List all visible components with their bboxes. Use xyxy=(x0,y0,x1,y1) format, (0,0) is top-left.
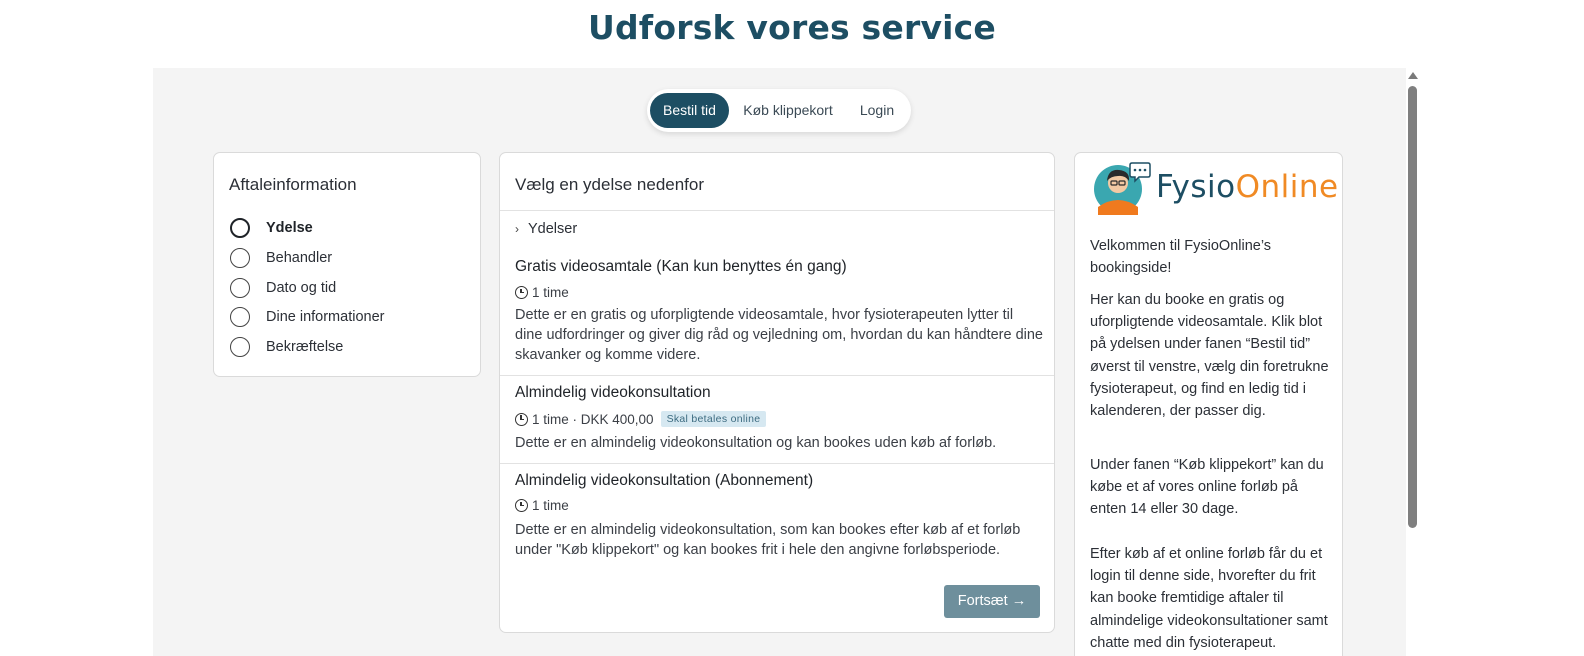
service-abonnement-title[interactable]: Almindelig videokonsultation (Abonnement… xyxy=(515,472,813,490)
logo: FysioOnline xyxy=(1092,159,1338,215)
physio-avatar-icon xyxy=(1094,162,1151,215)
service-description: Dette er en almindelig videokonsultation… xyxy=(515,522,1021,558)
service-gratis-videosamtale-title[interactable]: Gratis videosamtale (Kan kun benyttes én… xyxy=(515,258,847,276)
step-label: Dato og tid xyxy=(266,280,337,296)
clock-icon xyxy=(515,499,528,512)
service-meta-text: 1 time xyxy=(532,285,569,300)
service-description: Dette er en almindelig videokonsultation… xyxy=(515,435,997,451)
arrow-right-icon: → xyxy=(1011,593,1027,609)
service-almindelig-videokonsultation-title[interactable]: Almindelig videokonsultation xyxy=(515,384,711,402)
logo-wordmark: FysioOnline xyxy=(1156,169,1339,205)
service-list-card: Vælg en ydelse nedenfor › Ydelser Gratis … xyxy=(499,152,1055,633)
service-description: Dette er en gratis og uforpligtende vide… xyxy=(515,307,1043,363)
welcome-text: Velkommen til FysioOnline’s bookingside! xyxy=(1090,238,1272,277)
service-duration: 1 time xyxy=(515,498,569,513)
services-group-toggle[interactable]: › Ydelser xyxy=(515,221,577,237)
page-title: Udforsk vores service xyxy=(587,8,997,47)
step-label: Bekræftelse xyxy=(266,339,344,355)
clock-icon xyxy=(515,286,528,299)
step-circle-icon xyxy=(230,248,250,268)
tab-koeb-klippekort[interactable]: Køb klippekort xyxy=(733,93,843,128)
step-circle-icon xyxy=(230,218,250,238)
clock-icon xyxy=(515,412,528,426)
tab-login[interactable]: Login xyxy=(849,93,905,128)
service-duration-price: 1 time · DKK 400,00 Skal betales online xyxy=(515,411,767,427)
divider xyxy=(500,463,1054,464)
continue-button[interactable]: Fortsæt → xyxy=(944,585,1040,618)
payment-badge: Skal betales online xyxy=(660,411,767,427)
booking-intro-text: Her kan du booke en gratis og uforpligte… xyxy=(1090,292,1329,420)
step-label: Ydelse xyxy=(266,220,313,236)
scroll-thumb[interactable] xyxy=(1408,86,1417,528)
tab-bar: Bestil tid Køb klippekort Login xyxy=(647,89,911,132)
login-info-text: Efter køb af et online forløb får du et … xyxy=(1090,546,1328,651)
service-meta-text: 1 time · DKK 400,00 xyxy=(532,411,654,427)
step-circle-icon xyxy=(230,278,250,298)
klippekort-text: Under fanen “Køb klippekort” kan du købe… xyxy=(1090,457,1324,518)
appointment-info-card: Aftaleinformation Ydelse Behandler Dato … xyxy=(213,152,481,377)
info-card: FysioOnline Velkommen til FysioOnline’s … xyxy=(1074,152,1343,656)
continue-label: Fortsæt xyxy=(957,593,1008,609)
services-group-label: Ydelser xyxy=(528,221,578,237)
scroll-up-arrow-icon[interactable] xyxy=(1408,72,1418,79)
step-label: Dine informationer xyxy=(266,309,385,325)
step-circle-icon xyxy=(230,307,250,327)
step-circle-icon xyxy=(230,337,250,357)
service-meta-text: 1 time xyxy=(532,498,569,513)
appointment-info-title: Aftaleinformation xyxy=(229,175,357,194)
tab-bestil-tid[interactable]: Bestil tid xyxy=(650,93,729,128)
divider xyxy=(500,210,1054,211)
scrollbar[interactable] xyxy=(1406,68,1420,656)
service-list-title: Vælg en ydelse nedenfor xyxy=(515,175,705,194)
chevron-right-icon: › xyxy=(515,222,519,236)
service-duration: 1 time xyxy=(515,285,569,300)
step-label: Behandler xyxy=(266,250,333,266)
divider xyxy=(500,375,1054,376)
